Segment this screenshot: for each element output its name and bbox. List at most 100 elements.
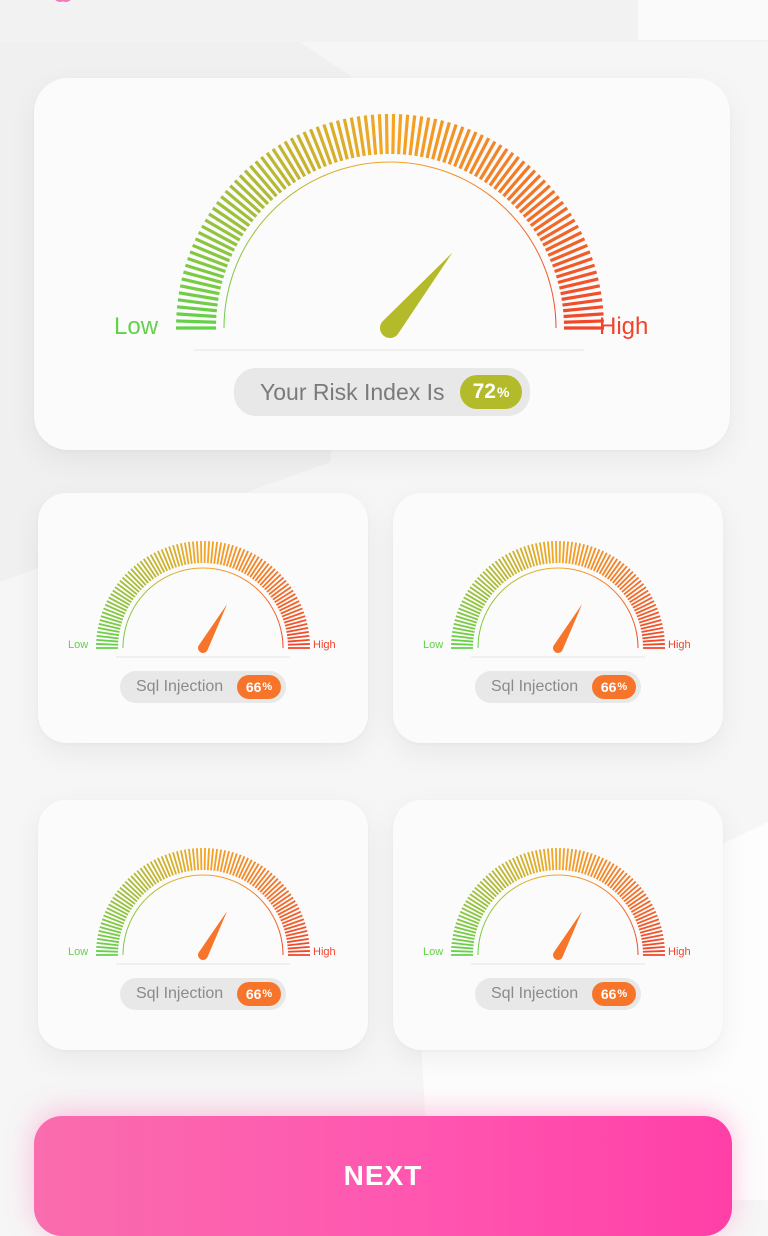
gauge-tick — [288, 644, 310, 645]
gauge-tick — [211, 541, 213, 563]
gauge-inner-arc — [279, 930, 281, 936]
next-button[interactable]: NEXT — [34, 1116, 732, 1236]
gauge-tick — [208, 541, 209, 563]
gauge-inner-arc — [245, 580, 250, 583]
gauge-inner-arc — [167, 881, 173, 884]
gauge-tick — [214, 849, 217, 871]
gauge-needle — [553, 604, 582, 653]
gauge-inner-arc — [248, 230, 255, 241]
gauge-inner-arc — [416, 164, 429, 167]
gauge-inner-arc — [190, 875, 196, 876]
gauge-inner-arc — [429, 167, 442, 171]
gauge-inner-arc — [138, 596, 142, 601]
gauge-inner-arc — [268, 601, 271, 606]
gauge-tick — [178, 300, 218, 305]
gauge-unit: % — [262, 988, 272, 1000]
gauge-tick — [197, 848, 198, 870]
gauge-inner-arc — [255, 894, 260, 898]
gauge-tick — [283, 919, 304, 926]
gauge-inner-arc — [250, 583, 255, 587]
gauge-inner-arc — [161, 577, 166, 580]
top-bar — [0, 0, 768, 42]
gauge-high-label: High — [668, 639, 691, 651]
gauge-tick — [548, 541, 550, 563]
gauge-inner-arc — [242, 241, 248, 252]
gauge-inner-arc — [545, 875, 551, 876]
gauge-inner-arc — [511, 887, 516, 890]
gauge-inner-arc — [487, 913, 490, 918]
gauge-caption: Sql Injection — [136, 985, 223, 1003]
main-risk-card: Low High Your Risk Index Is 72% — [34, 78, 730, 450]
gauge-inner-arc — [142, 591, 146, 596]
gauge-inner-arc — [172, 572, 178, 574]
gauge-inner-arc — [281, 936, 282, 942]
gauge-inner-arc — [484, 612, 487, 618]
gauge-inner-arc — [232, 264, 237, 276]
gauge-inner-arc — [571, 876, 577, 877]
gauge-tick — [451, 644, 473, 645]
gauge-inner-arc — [274, 612, 277, 618]
small-gauge — [38, 493, 368, 663]
gauge-caption-pill: Sql Injection 66% — [120, 671, 286, 703]
gauge-tick — [96, 947, 118, 949]
gauge-tick — [176, 321, 216, 322]
gauge-inner-arc — [477, 186, 488, 193]
gauge-tick — [566, 848, 568, 870]
gauge-inner-arc — [619, 903, 623, 908]
gauge-inner-arc — [493, 596, 497, 601]
gauge-tick — [457, 919, 478, 926]
gauge-caption: Sql Injection — [491, 985, 578, 1003]
gauge-tick — [197, 541, 198, 563]
gauge-inner-arc — [127, 617, 129, 623]
gauge-value-badge: 66% — [237, 675, 281, 699]
gauge-inner-arc — [224, 315, 225, 328]
gauge-value-badge: 66% — [592, 982, 636, 1006]
gauge-tick — [177, 307, 217, 311]
gauge-inner-arc — [551, 289, 554, 302]
gauge-inner-arc — [292, 186, 303, 193]
gauge-tick — [452, 632, 474, 635]
gauge-inner-arc — [516, 577, 521, 580]
gauge-inner-arc — [539, 876, 545, 877]
gauge-inner-arc — [632, 617, 634, 623]
gauge-inner-arc — [454, 175, 466, 180]
gauge-tick — [452, 943, 474, 945]
gauge-inner-arc — [533, 570, 539, 572]
gauge-tick — [544, 542, 547, 564]
gauge-inner-arc — [626, 606, 629, 611]
gauge-inner-arc — [127, 924, 129, 930]
gauge-inner-arc — [487, 606, 490, 611]
gauge-tick — [189, 542, 192, 564]
gauge-caption-pill: Sql Injection 66% — [120, 978, 286, 1010]
gauge-inner-arc — [123, 942, 124, 948]
gauge-needle — [553, 911, 582, 960]
gauge-tick — [452, 939, 474, 942]
gauge-tick — [288, 951, 310, 952]
gauge-tick — [208, 848, 209, 870]
gauge-inner-arc — [482, 924, 484, 930]
gauge-tick — [386, 114, 387, 154]
gauge-inner-arc — [172, 879, 178, 881]
gauge-tick — [96, 644, 118, 645]
gauge-inner-arc — [161, 884, 166, 887]
gauge-inner-arc — [564, 875, 570, 876]
gauge-inner-arc — [255, 587, 260, 591]
gauge-inner-arc — [527, 572, 533, 574]
gauge-inner-arc — [260, 898, 264, 903]
gauge-tick — [416, 116, 422, 156]
gauge-inner-arc — [390, 162, 403, 163]
gauge-inner-arc — [600, 580, 605, 583]
top-right-area — [638, 0, 768, 40]
gauge-low-label: Low — [423, 946, 443, 958]
gauge-inner-arc — [132, 913, 135, 918]
gauge-inner-arc — [589, 881, 595, 884]
gauge-inner-arc — [516, 220, 524, 230]
gauge-inner-arc — [274, 919, 277, 925]
gauge-inner-arc — [543, 264, 548, 276]
gauge-unit: % — [262, 681, 272, 693]
gauge-inner-arc — [479, 936, 480, 942]
gauge-inner-arc — [441, 170, 453, 175]
gauge-value: 66 — [246, 986, 262, 1002]
gauge-inner-arc — [594, 884, 599, 887]
gauge-inner-arc — [216, 876, 222, 877]
